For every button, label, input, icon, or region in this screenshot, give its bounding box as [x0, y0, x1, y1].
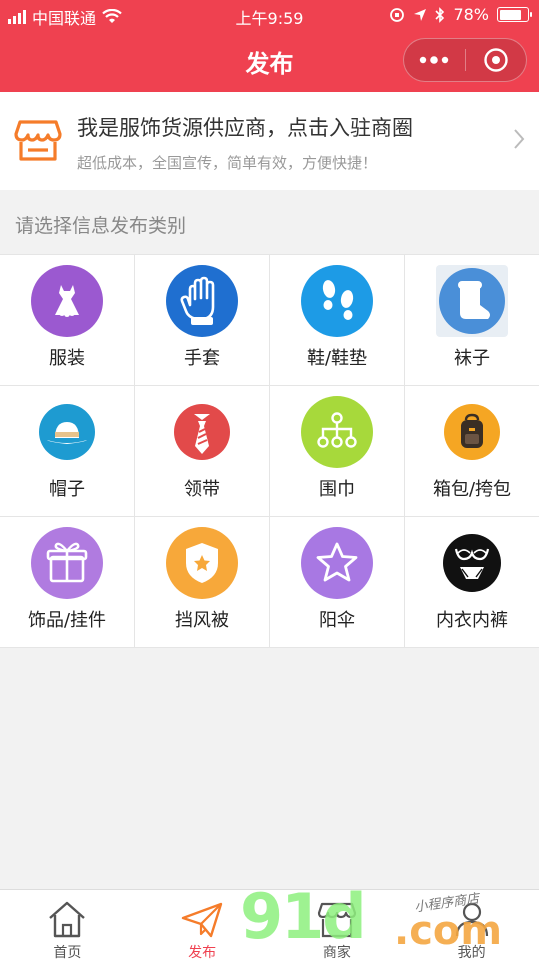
dress-icon: [31, 265, 103, 337]
paper-plane-icon: [181, 902, 223, 938]
home-icon: [49, 901, 86, 938]
bottom-tab-bar: 首页 发布 商家 我的: [0, 889, 539, 960]
category-label: 袜子: [454, 348, 490, 369]
merchant-join-banner[interactable]: 我是服饰货源供应商，点击入驻商圈 超低成本，全国宣传，简单有效，方便快捷！: [0, 92, 539, 190]
gift-icon: [31, 527, 103, 599]
user-icon: [455, 902, 488, 937]
mini-program-capsule: [403, 38, 527, 82]
category-scarves[interactable]: 围巾: [270, 386, 404, 516]
category-label: 围巾: [319, 479, 355, 500]
tab-mine[interactable]: 我的: [404, 890, 539, 960]
banner-subtitle: 超低成本，全国宣传，简单有效，方便快捷！: [77, 154, 378, 172]
store-icon: [14, 120, 62, 161]
category-label: 鞋/鞋垫: [306, 348, 368, 369]
category-label: 箱包/挎包: [432, 479, 512, 500]
status-bar: 中国联通 上午9:59 78%: [0, 0, 539, 30]
category-underwear[interactable]: 内衣内裤: [405, 517, 539, 647]
glove-icon: [166, 265, 238, 337]
tie-icon: [174, 404, 230, 460]
backpack-icon: [444, 404, 500, 460]
network-icon: [301, 396, 373, 468]
close-mini-program-button[interactable]: [466, 39, 527, 81]
tab-merchants[interactable]: 商家: [270, 890, 405, 960]
target-circle-icon: [484, 48, 508, 72]
category-label: 帽子: [49, 479, 85, 500]
lingerie-icon: [443, 534, 501, 592]
category-ties[interactable]: 领带: [135, 386, 269, 516]
category-label: 服装: [49, 348, 85, 369]
category-label: 领带: [184, 479, 220, 500]
tab-home[interactable]: 首页: [0, 890, 135, 960]
category-hats[interactable]: 帽子: [0, 386, 134, 516]
battery-percent: 78%: [453, 5, 489, 24]
rotation-lock-icon: [390, 7, 405, 22]
category-clothing[interactable]: 服装: [0, 255, 134, 385]
banner-title: 我是服饰货源供应商，点击入驻商圈: [77, 116, 413, 140]
hat-icon: [39, 404, 95, 460]
nav-bar: 发布: [0, 30, 539, 92]
battery-fill: [499, 9, 521, 20]
category-gloves[interactable]: 手套: [135, 255, 269, 385]
tab-label: 发布: [188, 945, 217, 960]
tab-publish[interactable]: 发布: [135, 890, 270, 960]
tab-label: 我的: [457, 945, 486, 960]
category-label: 阳伞: [319, 610, 355, 631]
sock-icon: [436, 265, 508, 337]
category-label: 手套: [184, 348, 220, 369]
bluetooth-icon: [435, 6, 445, 23]
category-shoes[interactable]: 鞋/鞋垫: [270, 255, 404, 385]
chevron-right-icon: [514, 129, 525, 149]
category-windshield-quilts[interactable]: 挡风被: [135, 517, 269, 647]
category-umbrellas[interactable]: 阳伞: [270, 517, 404, 647]
location-arrow-icon: [414, 8, 427, 21]
shield-star-icon: [166, 527, 238, 599]
shop-icon: [317, 902, 356, 938]
battery-icon: [497, 7, 532, 22]
more-dots-icon: [420, 56, 449, 64]
star-icon: [301, 527, 373, 599]
category-grid: 服装 手套 鞋/鞋垫 袜子 帽子 领带 围巾 箱包/挎包 饰品/挂件 挡风被 阳…: [0, 254, 539, 648]
footprints-icon: [301, 265, 373, 337]
category-socks[interactable]: 袜子: [405, 255, 539, 385]
category-accessories[interactable]: 饰品/挂件: [0, 517, 134, 647]
more-button[interactable]: [404, 39, 465, 81]
category-bags[interactable]: 箱包/挎包: [405, 386, 539, 516]
category-label: 内衣内裤: [436, 610, 508, 631]
tab-label: 首页: [53, 945, 82, 960]
tab-label: 商家: [322, 945, 351, 960]
section-heading: 请选择信息发布类别: [15, 215, 187, 237]
category-label: 饰品/挂件: [27, 610, 107, 631]
category-label: 挡风被: [175, 610, 229, 631]
